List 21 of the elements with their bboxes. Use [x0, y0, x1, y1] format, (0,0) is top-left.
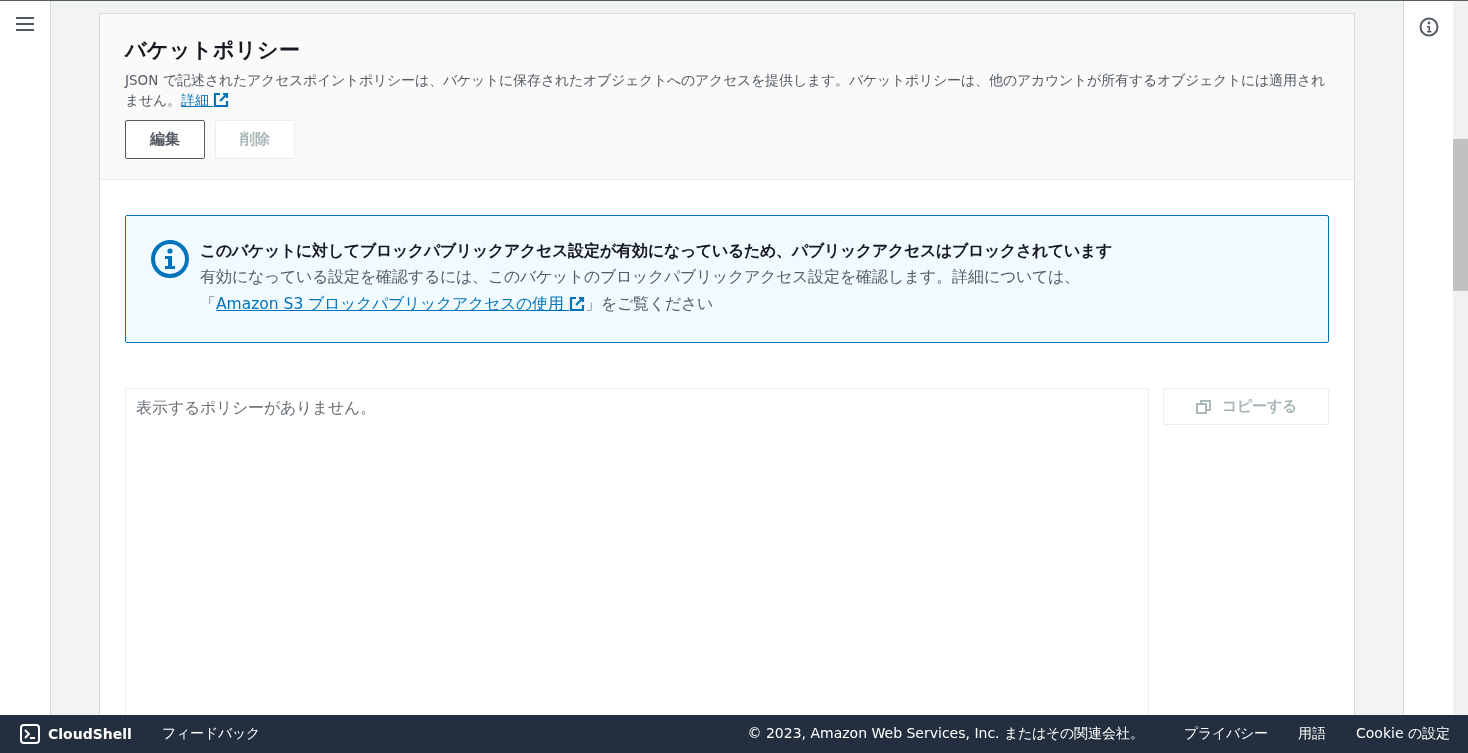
scrollbar-thumb[interactable]: [1453, 139, 1468, 291]
info-icon: [150, 239, 190, 279]
footer-link[interactable]: Cookie の設定: [1356, 725, 1450, 743]
block-public-access-link[interactable]: Amazon S3 ブロックパブリックアクセスの使用: [216, 295, 586, 313]
footer-link[interactable]: 用語: [1298, 725, 1327, 743]
section-description: JSON で記述されたアクセスポイントポリシーは、バケットに保存されたオブジェクトへのアクセスを提供します。バケットポリシーは、他のアカウントが所有するオブジェクトには適用されません。詳細: [125, 71, 1325, 110]
copy-icon: [1195, 398, 1212, 415]
cloudshell-link[interactable]: CloudShell: [20, 724, 132, 744]
section-title: バケットポリシー: [125, 37, 301, 64]
learn-more-link[interactable]: 詳細: [181, 92, 230, 108]
alert-message: 有効になっている設定を確認するには、このバケットのブロックパブリックアクセス設定を確認します。詳細については、「Amazon S3 ブロックパブリックアクセスの使用 」をご覧ください: [200, 267, 1081, 315]
copyright-text: © 2023, Amazon Web Services, Inc. またはその関連会社。: [747, 725, 1145, 743]
edit-button[interactable]: 編集: [125, 120, 205, 159]
policy-editor[interactable]: 表示するポリシーがありません。: [125, 388, 1149, 715]
feedback-link[interactable]: フィードバック: [161, 725, 260, 743]
external-link-icon: [569, 296, 586, 312]
alert-title: このバケットに対してブロックパブリックアクセス設定が有効になっているため、パブリックアクセスはブロックされています: [200, 241, 1113, 262]
footer-link[interactable]: プライバシー: [1184, 725, 1269, 743]
external-link-icon: [213, 92, 230, 108]
info-icon[interactable]: [1418, 17, 1439, 39]
terminal-icon: [20, 724, 40, 744]
